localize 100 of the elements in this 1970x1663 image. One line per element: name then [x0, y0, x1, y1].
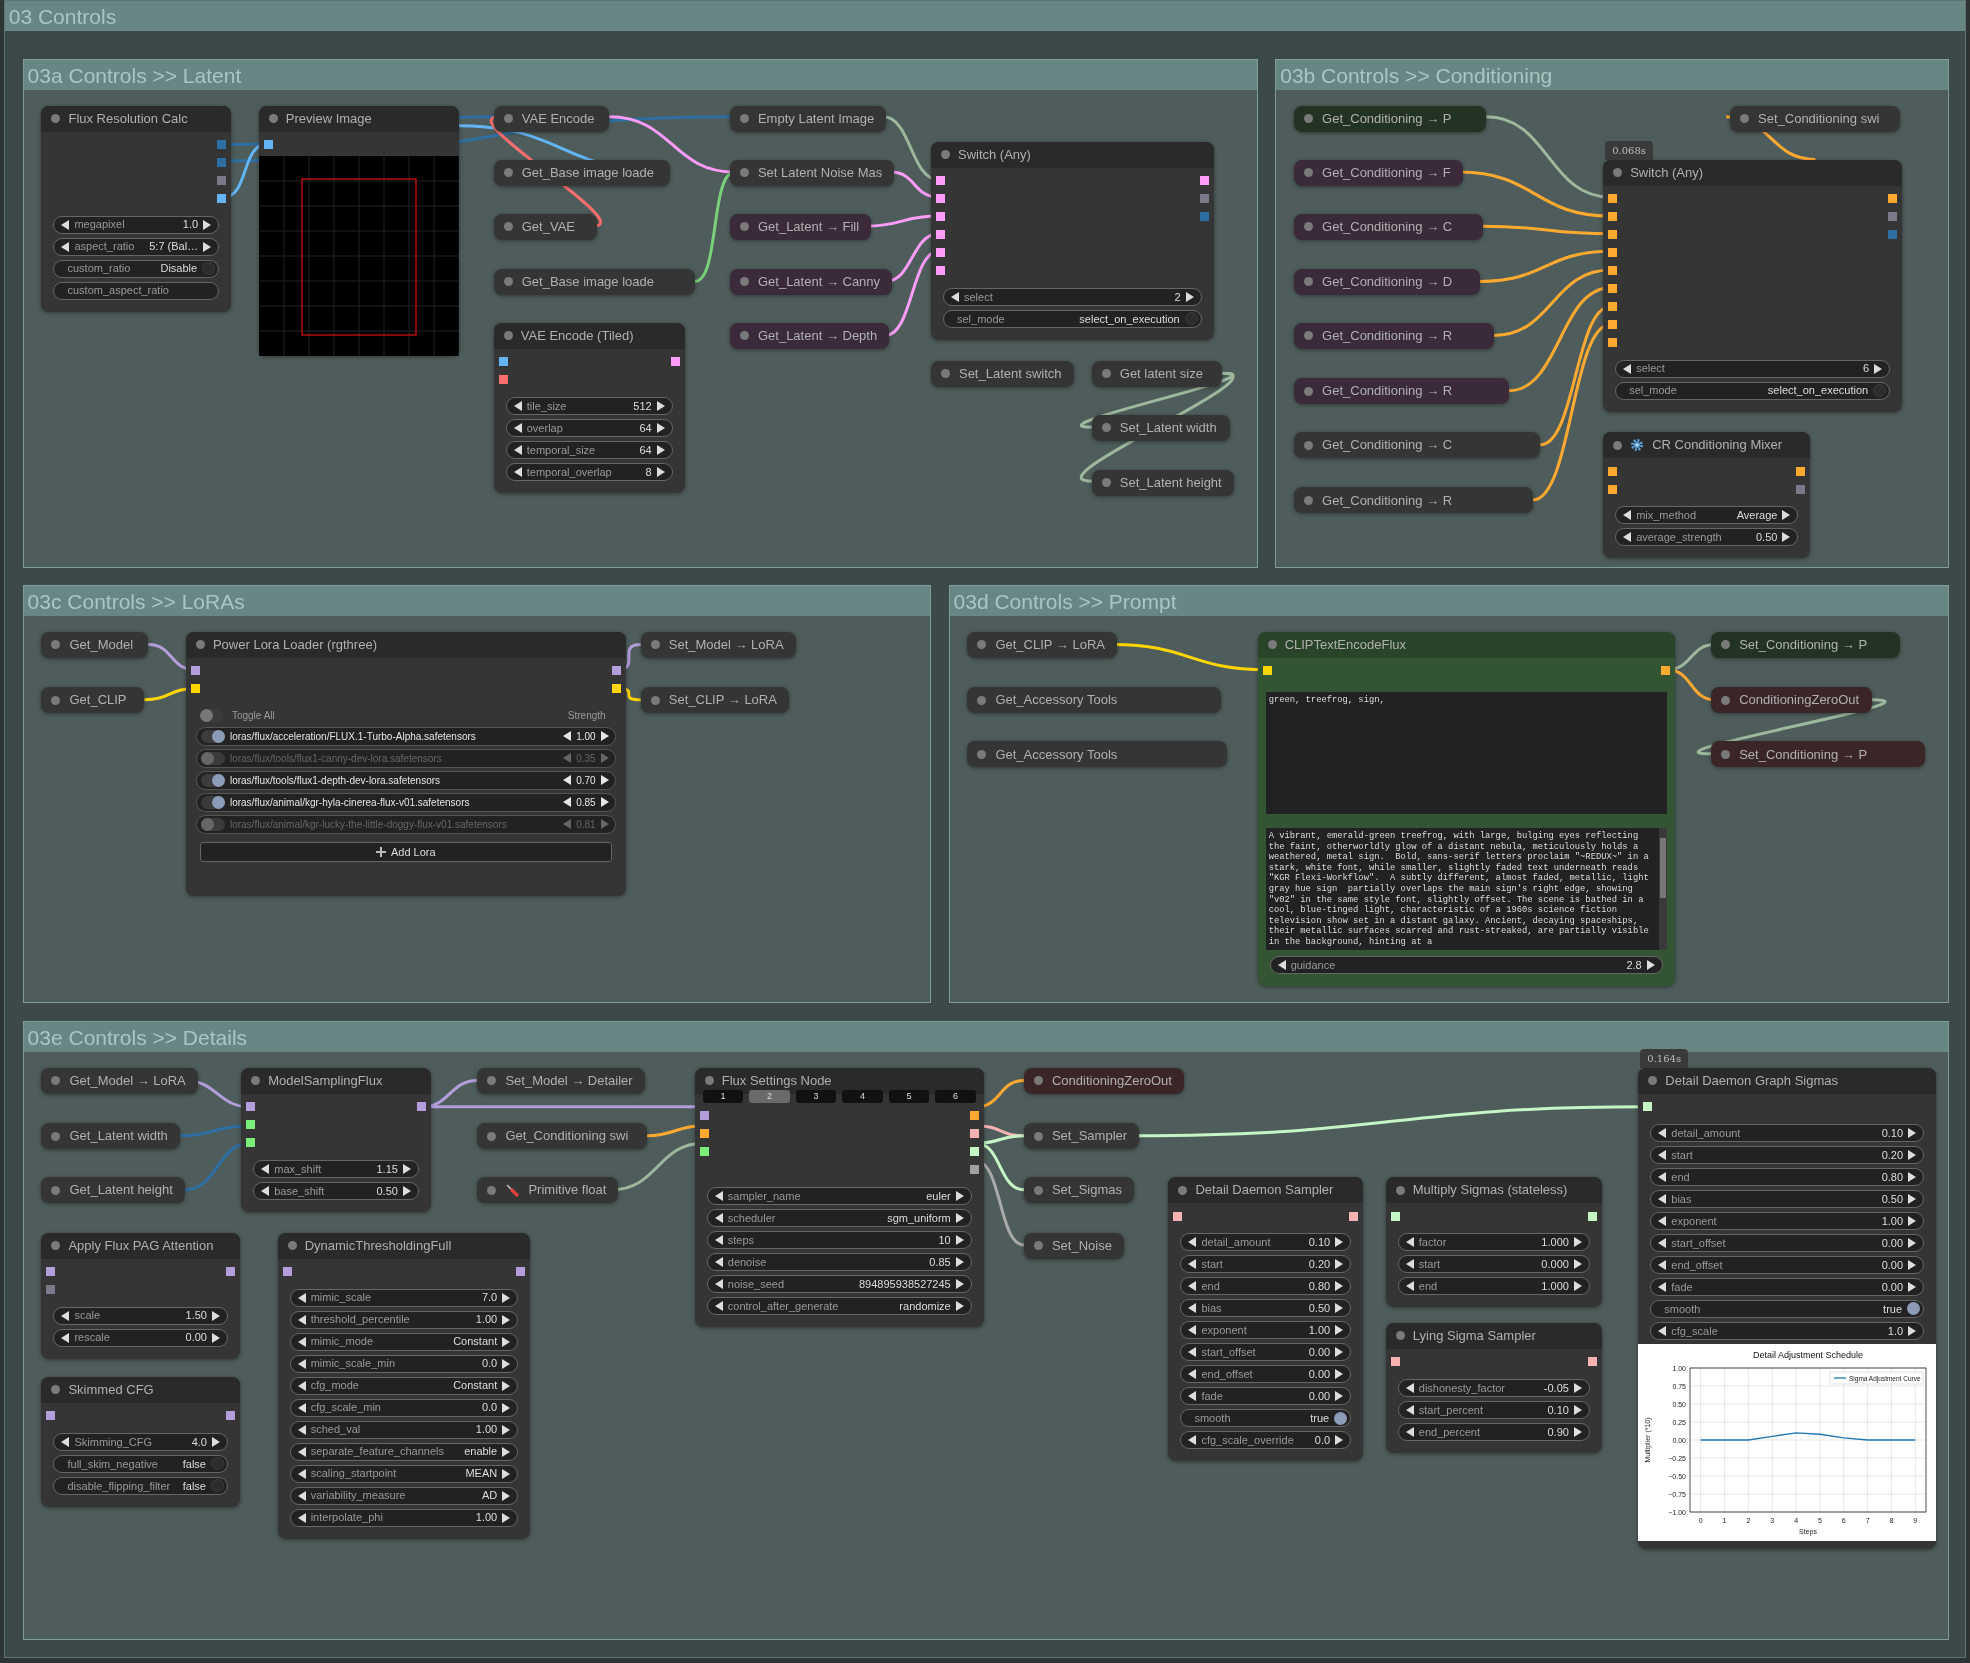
number-widget[interactable]: start 0.20: [1650, 1145, 1925, 1164]
input-slot[interactable]: [1173, 1211, 1183, 1221]
collapsed-node[interactable]: Empty Latent Image: [729, 105, 887, 132]
collapsed-node[interactable]: Set_CLIP → LoRA: [640, 687, 789, 714]
right-arrow-icon[interactable]: [955, 1212, 964, 1223]
collapsed-node[interactable]: Set_Latent switch: [930, 360, 1074, 387]
collapsed-node[interactable]: Set_Model → Detailer: [477, 1067, 645, 1094]
output-slot[interactable]: [611, 684, 621, 694]
number-widget[interactable]: start 0.20: [1180, 1255, 1352, 1274]
node-header[interactable]: Preview Image: [258, 105, 459, 132]
collapsed-node[interactable]: Get_Latent → Fill: [729, 213, 872, 240]
input-slot[interactable]: [46, 1267, 56, 1276]
collapsed-node[interactable]: Get_Latent width: [41, 1123, 180, 1150]
number-widget[interactable]: dishonesty_factor -0.05: [1397, 1378, 1590, 1397]
output-slot[interactable]: [1587, 1211, 1597, 1221]
number-widget[interactable]: max_shift 1.15: [253, 1159, 419, 1178]
input-slot[interactable]: [1643, 1102, 1653, 1112]
right-arrow-icon[interactable]: [1573, 1259, 1582, 1270]
collapsed-node[interactable]: ConditioningZeroOut: [1023, 1067, 1184, 1094]
number-widget[interactable]: end_offset 0.00: [1650, 1255, 1925, 1274]
output-slot[interactable]: [225, 1267, 235, 1276]
node-header[interactable]: Apply Flux PAG Attention: [41, 1232, 240, 1259]
number-widget[interactable]: Skimming_CFG 4.0: [53, 1433, 228, 1451]
output-slot[interactable]: [416, 1102, 426, 1112]
node-header[interactable]: CR Conditioning Mixer: [1603, 432, 1811, 459]
left-arrow-icon[interactable]: [1658, 1171, 1667, 1182]
collapsed-node[interactable]: Set_Noise: [1023, 1232, 1125, 1259]
left-arrow-icon[interactable]: [1405, 1259, 1414, 1270]
input-slot[interactable]: [1608, 338, 1618, 348]
right-arrow-icon[interactable]: [1573, 1237, 1582, 1248]
input-slot[interactable]: [46, 1285, 56, 1294]
right-arrow-icon[interactable]: [656, 422, 665, 433]
number-widget[interactable]: select 6: [1615, 359, 1891, 378]
left-arrow-icon[interactable]: [1658, 1127, 1667, 1138]
right-arrow-icon[interactable]: [955, 1234, 964, 1245]
right-arrow-icon[interactable]: [1573, 1404, 1582, 1415]
number-widget[interactable]: detail_amount 0.10: [1180, 1233, 1352, 1252]
input-slot[interactable]: [699, 1147, 709, 1157]
collapsed-node[interactable]: Set_Conditioning swi: [1730, 105, 1900, 132]
right-arrow-icon[interactable]: [1335, 1347, 1344, 1358]
collapsed-node[interactable]: Get_CLIP: [41, 687, 145, 714]
number-widget[interactable]: aspect_ratio 5:7 (Bal…: [53, 237, 220, 256]
collapsed-node[interactable]: Get_Conditioning → F: [1294, 159, 1463, 186]
input-slot[interactable]: [282, 1267, 292, 1276]
number-widget[interactable]: bias 0.50: [1180, 1299, 1352, 1318]
number-widget[interactable]: average_strength 0.50: [1615, 528, 1799, 547]
toggle-widget[interactable]: sel_mode select_on_execution: [1615, 381, 1891, 400]
left-arrow-icon[interactable]: [714, 1278, 723, 1289]
left-arrow-icon[interactable]: [297, 1358, 306, 1369]
number-widget[interactable]: end 1.000: [1397, 1277, 1590, 1296]
right-arrow-icon[interactable]: [1335, 1391, 1344, 1402]
right-arrow-icon[interactable]: [1335, 1435, 1344, 1446]
collapsed-node[interactable]: Set_Sigmas: [1023, 1177, 1135, 1204]
input-slot[interactable]: [699, 1129, 709, 1139]
right-arrow-icon[interactable]: [1573, 1281, 1582, 1292]
left-arrow-icon[interactable]: [950, 291, 959, 302]
number-widget[interactable]: start_percent 0.10: [1397, 1400, 1590, 1419]
node-header[interactable]: Detail Daemon Sampler: [1168, 1177, 1364, 1204]
number-widget[interactable]: threshold_percentile 1.00: [289, 1310, 519, 1329]
collapsed-node[interactable]: Get_Conditioning → P: [1294, 105, 1487, 132]
left-arrow-icon[interactable]: [1658, 1259, 1667, 1270]
number-widget[interactable]: temporal_overlap 8: [505, 462, 673, 481]
right-arrow-icon[interactable]: [1185, 291, 1194, 302]
right-arrow-icon[interactable]: [402, 1185, 411, 1196]
number-widget[interactable]: cfg_mode Constant: [289, 1376, 519, 1395]
number-widget[interactable]: megapixel 1.0: [53, 215, 220, 234]
collapsed-node[interactable]: Set_Conditioning → P: [1711, 631, 1900, 658]
left-arrow-icon[interactable]: [513, 400, 522, 411]
right-arrow-icon[interactable]: [502, 1490, 511, 1501]
number-widget[interactable]: end_percent 0.90: [1397, 1422, 1590, 1441]
collapsed-node[interactable]: Get_Latent → Depth: [729, 322, 890, 349]
input-slot[interactable]: [935, 248, 945, 258]
node-header[interactable]: Switch (Any): [1603, 159, 1903, 186]
number-widget[interactable]: detail_amount 0.10: [1650, 1123, 1925, 1142]
right-arrow-icon[interactable]: [1573, 1382, 1582, 1393]
number-widget[interactable]: mix_method Average: [1615, 506, 1799, 525]
node-header[interactable]: ModelSamplingFlux: [241, 1067, 431, 1094]
right-arrow-icon[interactable]: [1335, 1259, 1344, 1270]
left-arrow-icon[interactable]: [297, 1512, 306, 1523]
left-arrow-icon[interactable]: [297, 1424, 306, 1435]
right-arrow-icon[interactable]: [1335, 1303, 1344, 1314]
node-header[interactable]: Lying Sigma Sampler: [1385, 1322, 1602, 1349]
input-slot[interactable]: [1608, 484, 1618, 494]
input-slot[interactable]: [246, 1138, 256, 1148]
right-arrow-icon[interactable]: [502, 1512, 511, 1523]
left-arrow-icon[interactable]: [1623, 532, 1632, 543]
left-arrow-icon[interactable]: [261, 1185, 270, 1196]
right-arrow-icon[interactable]: [1908, 1237, 1917, 1248]
collapsed-node[interactable]: Get_Model → LoRA: [41, 1067, 198, 1094]
number-widget[interactable]: control_after_generate randomize: [706, 1296, 972, 1315]
right-arrow-icon[interactable]: [1335, 1237, 1344, 1248]
left-arrow-icon[interactable]: [714, 1234, 723, 1245]
left-arrow-icon[interactable]: [1658, 1215, 1667, 1226]
collapsed-node[interactable]: Get_Conditioning → D: [1294, 268, 1480, 295]
right-arrow-icon[interactable]: [502, 1424, 511, 1435]
text-area[interactable]: green, treefrog, sign,: [1265, 691, 1667, 814]
toggle-widget[interactable]: custom_ratio Disable: [53, 259, 220, 278]
node-header[interactable]: Detail Daemon Graph Sigmas: [1638, 1067, 1937, 1094]
right-arrow-icon[interactable]: [1908, 1171, 1917, 1182]
output-slot[interactable]: [670, 357, 680, 367]
